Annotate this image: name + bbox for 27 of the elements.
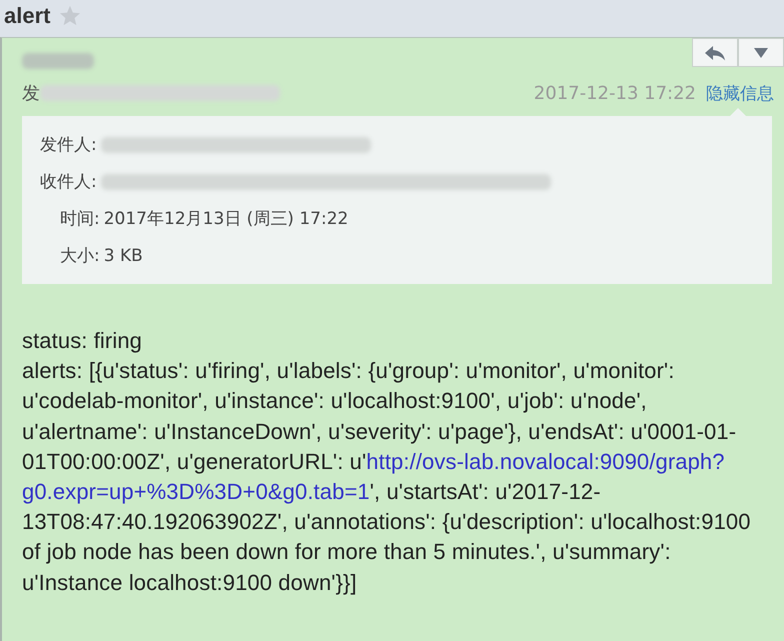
detail-label: 大小:: [60, 245, 100, 267]
detail-value: 2017年12月13日 (周三) 17:22: [104, 208, 348, 230]
body-line: u'alertname': u'InstanceDown', u'severity': u'page'}, u'endsAt': u'0001-01-: [22, 418, 738, 446]
more-button[interactable]: [738, 38, 784, 67]
body-line: status: firing: [22, 327, 144, 355]
detail-value: 3 KB: [104, 246, 143, 266]
caret-icon: [754, 48, 768, 58]
body-line: of job node has been down for more than 5 minutes.', u'summary':: [22, 538, 672, 566]
url-link[interactable]: http://ovs-lab.novalocal:9090/graph?: [366, 448, 725, 474]
detail-label: 收件人:: [40, 171, 97, 193]
detail-label: 发件人:: [40, 134, 97, 156]
recipient-prefix: 发: [22, 82, 40, 105]
body-line: alerts: [{u'status': u'firing', u'labels': {u'group': u'monitor', u'monitor':: [22, 357, 676, 386]
hide-info-link[interactable]: 隐藏信息: [706, 82, 774, 104]
message-subject: alert: [4, 2, 50, 28]
url-link[interactable]: g0.expr=up+%3D%3D+0&g0.tab=1: [22, 479, 370, 504]
star-icon[interactable]: [58, 4, 82, 27]
reply-icon: [704, 44, 726, 60]
blurred-sender: [22, 53, 94, 69]
message-date: 2017-12-13 17:22: [534, 82, 696, 104]
body-line: 13T08:47:40.192063902Z', u'annotations': {u'description': u'localhost:9100: [22, 508, 752, 536]
reply-button[interactable]: [692, 38, 738, 67]
detail-label: 时间:: [60, 208, 100, 230]
body-line: u'Instance localhost:9100 down'}}]: [22, 568, 358, 597]
body-line: u'codelab-monitor', u'instance': u'localhost:9100', u'job': u'node',: [22, 387, 648, 416]
body-line: g0.expr=up+%3D%3D+0&g0.tab=1', u'startsAt': u'2017-12-: [22, 478, 602, 506]
body-line: 01T00:00:00Z', u'generatorURL': u'http://ovs-lab.novalocal:9090/graph?: [22, 448, 726, 476]
